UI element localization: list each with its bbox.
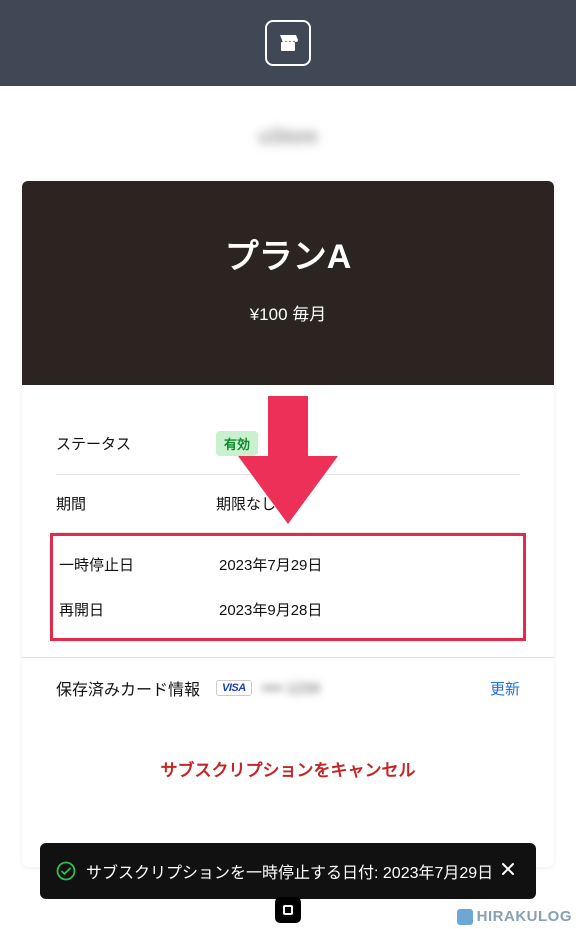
annotation-highlight-box: 一時停止日 2023年7月29日 再開日 2023年9月28日 bbox=[50, 533, 526, 641]
watermark-text: HIRAKULOG bbox=[477, 908, 572, 925]
resume-date-value: 2023年9月28日 bbox=[219, 599, 517, 620]
toast-message: サブスクリプションを一時停止する日付: 2023年7月29日 bbox=[86, 859, 496, 883]
app-header bbox=[0, 0, 576, 86]
watermark: HIRAKULOG bbox=[457, 908, 572, 925]
store-icon bbox=[278, 34, 298, 52]
annotation-arrow-icon bbox=[233, 396, 343, 526]
resume-date-label: 再開日 bbox=[59, 599, 219, 620]
store-button[interactable] bbox=[265, 20, 311, 66]
square-icon bbox=[283, 905, 293, 915]
status-label: ステータス bbox=[56, 433, 216, 454]
pause-date-row: 一時停止日 2023年7月29日 bbox=[59, 536, 517, 587]
plan-title: プランA bbox=[42, 229, 534, 278]
period-label: 期間 bbox=[56, 493, 216, 514]
plan-header: プランA ¥100 毎月 bbox=[22, 181, 554, 385]
plan-price: ¥100 毎月 bbox=[42, 300, 534, 325]
card-brand-badge: VISA bbox=[216, 680, 252, 696]
card-number-blurred: •••• 1234 bbox=[262, 680, 321, 697]
cancel-subscription-link[interactable]: サブスクリプションをキャンセル bbox=[161, 761, 416, 780]
pause-date-value: 2023年7月29日 bbox=[219, 554, 517, 575]
pause-date-label: 一時停止日 bbox=[59, 554, 219, 575]
watermark-icon bbox=[457, 909, 473, 925]
update-card-link[interactable]: 更新 bbox=[490, 678, 520, 699]
saved-card-label: 保存済みカード情報 bbox=[56, 676, 216, 700]
check-circle-icon bbox=[56, 861, 76, 881]
toast-notification: サブスクリプションを一時停止する日付: 2023年7月29日 bbox=[40, 843, 536, 899]
footer-square-logo[interactable] bbox=[275, 897, 301, 923]
resume-date-row: 再開日 2023年9月28日 bbox=[59, 587, 517, 638]
close-toast-button[interactable] bbox=[496, 857, 520, 885]
brand-name-blurred: uStore bbox=[0, 126, 576, 149]
subscription-card: プランA ¥100 毎月 ステータス 有効 期間 期限なし 一時停止日 2023… bbox=[22, 181, 554, 867]
saved-card-row: 保存済みカード情報 VISA •••• 1234 更新 bbox=[22, 657, 554, 718]
close-icon bbox=[500, 860, 516, 882]
